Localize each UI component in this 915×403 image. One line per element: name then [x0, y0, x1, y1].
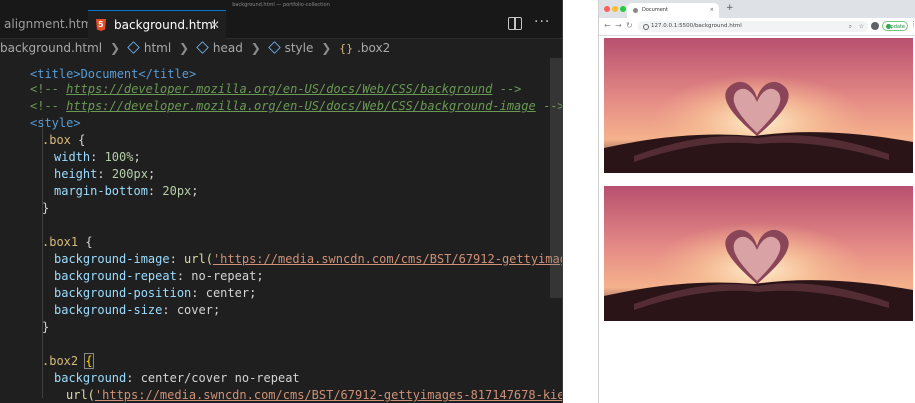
url-text[interactable]: 127.0.0.1:5500/background.html [651, 21, 742, 32]
forward-arrow-icon[interactable]: → [615, 21, 622, 30]
close-window-icon[interactable] [604, 6, 610, 12]
code-line: url('https://media.swncdn.com/cms/BST/67… [0, 370, 562, 402]
back-arrow-icon[interactable]: ← [604, 21, 611, 30]
code-line: background: center/cover no-repeat [54, 371, 300, 385]
site-info-icon[interactable] [643, 24, 649, 30]
browser-window: Document × + ← → ↻ 127.0.0.1:5500/backgr… [598, 0, 915, 403]
address-bar[interactable]: 127.0.0.1:5500/background.html ⌕ ☆ [638, 21, 868, 32]
reload-icon[interactable]: ↻ [626, 21, 633, 30]
code-line: <!-- https://developer.mozilla.org/en-US… [30, 82, 522, 96]
code-editor[interactable]: background.html — portfolio-collection a… [0, 0, 562, 403]
code-area[interactable]: <title>Document</title> <!-- https://dev… [0, 58, 562, 403]
code-line: .box { [42, 133, 86, 147]
star-icon[interactable]: ☆ [859, 21, 864, 32]
code-line: background-size: cover; [54, 303, 221, 317]
code-line: .box1 { [42, 235, 93, 249]
tab-background[interactable]: background.html ✕ [88, 10, 226, 39]
code-line: } [42, 320, 50, 334]
update-button[interactable]: Update [882, 21, 908, 31]
window-title: background.html — portfolio-collection [0, 0, 562, 10]
html5-file-icon [96, 19, 106, 31]
kebab-menu-icon[interactable]: ⋮ [910, 20, 915, 28]
pane-divider[interactable] [562, 0, 599, 403]
profile-avatar[interactable] [871, 22, 879, 30]
plus-icon[interactable]: + [726, 3, 734, 13]
close-icon[interactable]: ✕ [210, 11, 220, 39]
split-editor-icon[interactable] [508, 17, 522, 30]
code-line: <style> [30, 116, 81, 130]
book-heart-photo [604, 186, 913, 321]
code-line: .box2 { [42, 353, 94, 369]
browser-tab[interactable]: Document × [627, 3, 719, 18]
maximize-window-icon[interactable] [620, 6, 626, 12]
scrollbar[interactable] [550, 58, 562, 298]
globe-icon [633, 8, 638, 13]
search-icon[interactable]: ⌕ [849, 21, 852, 32]
code-line: } [42, 201, 50, 215]
code-line: background-repeat: no-repeat; [54, 269, 264, 283]
box1-background-image [604, 38, 913, 173]
update-dot-icon [886, 24, 891, 29]
code-line: background-position: center; [54, 286, 257, 300]
code-line: <!-- https://developer.mozilla.org/en-US… [30, 99, 562, 113]
tab-label: alignment.html [4, 17, 96, 31]
code-line: } [0, 387, 562, 403]
minimize-window-icon[interactable] [612, 6, 618, 12]
browser-toolbar: ← → ↻ 127.0.0.1:5500/background.html ⌕ ☆… [599, 18, 915, 36]
box2-background-image [604, 186, 913, 321]
tab-label: background.html [114, 18, 217, 32]
code-line: height: 200px; [54, 167, 156, 181]
browser-tab-title: Document [642, 7, 668, 13]
browser-tab-strip: Document × + [599, 0, 915, 18]
book-heart-photo [604, 38, 913, 173]
more-actions-icon[interactable]: ··· [534, 14, 550, 30]
code-line: background-image: url('https://media.swn… [0, 234, 562, 266]
code-line: margin-bottom: 20px; [54, 184, 199, 198]
code-line: width: 100%; [54, 150, 141, 164]
editor-tab-bar: alignment.html background.html ✕ ··· [0, 10, 562, 39]
close-icon[interactable]: × [710, 3, 714, 18]
